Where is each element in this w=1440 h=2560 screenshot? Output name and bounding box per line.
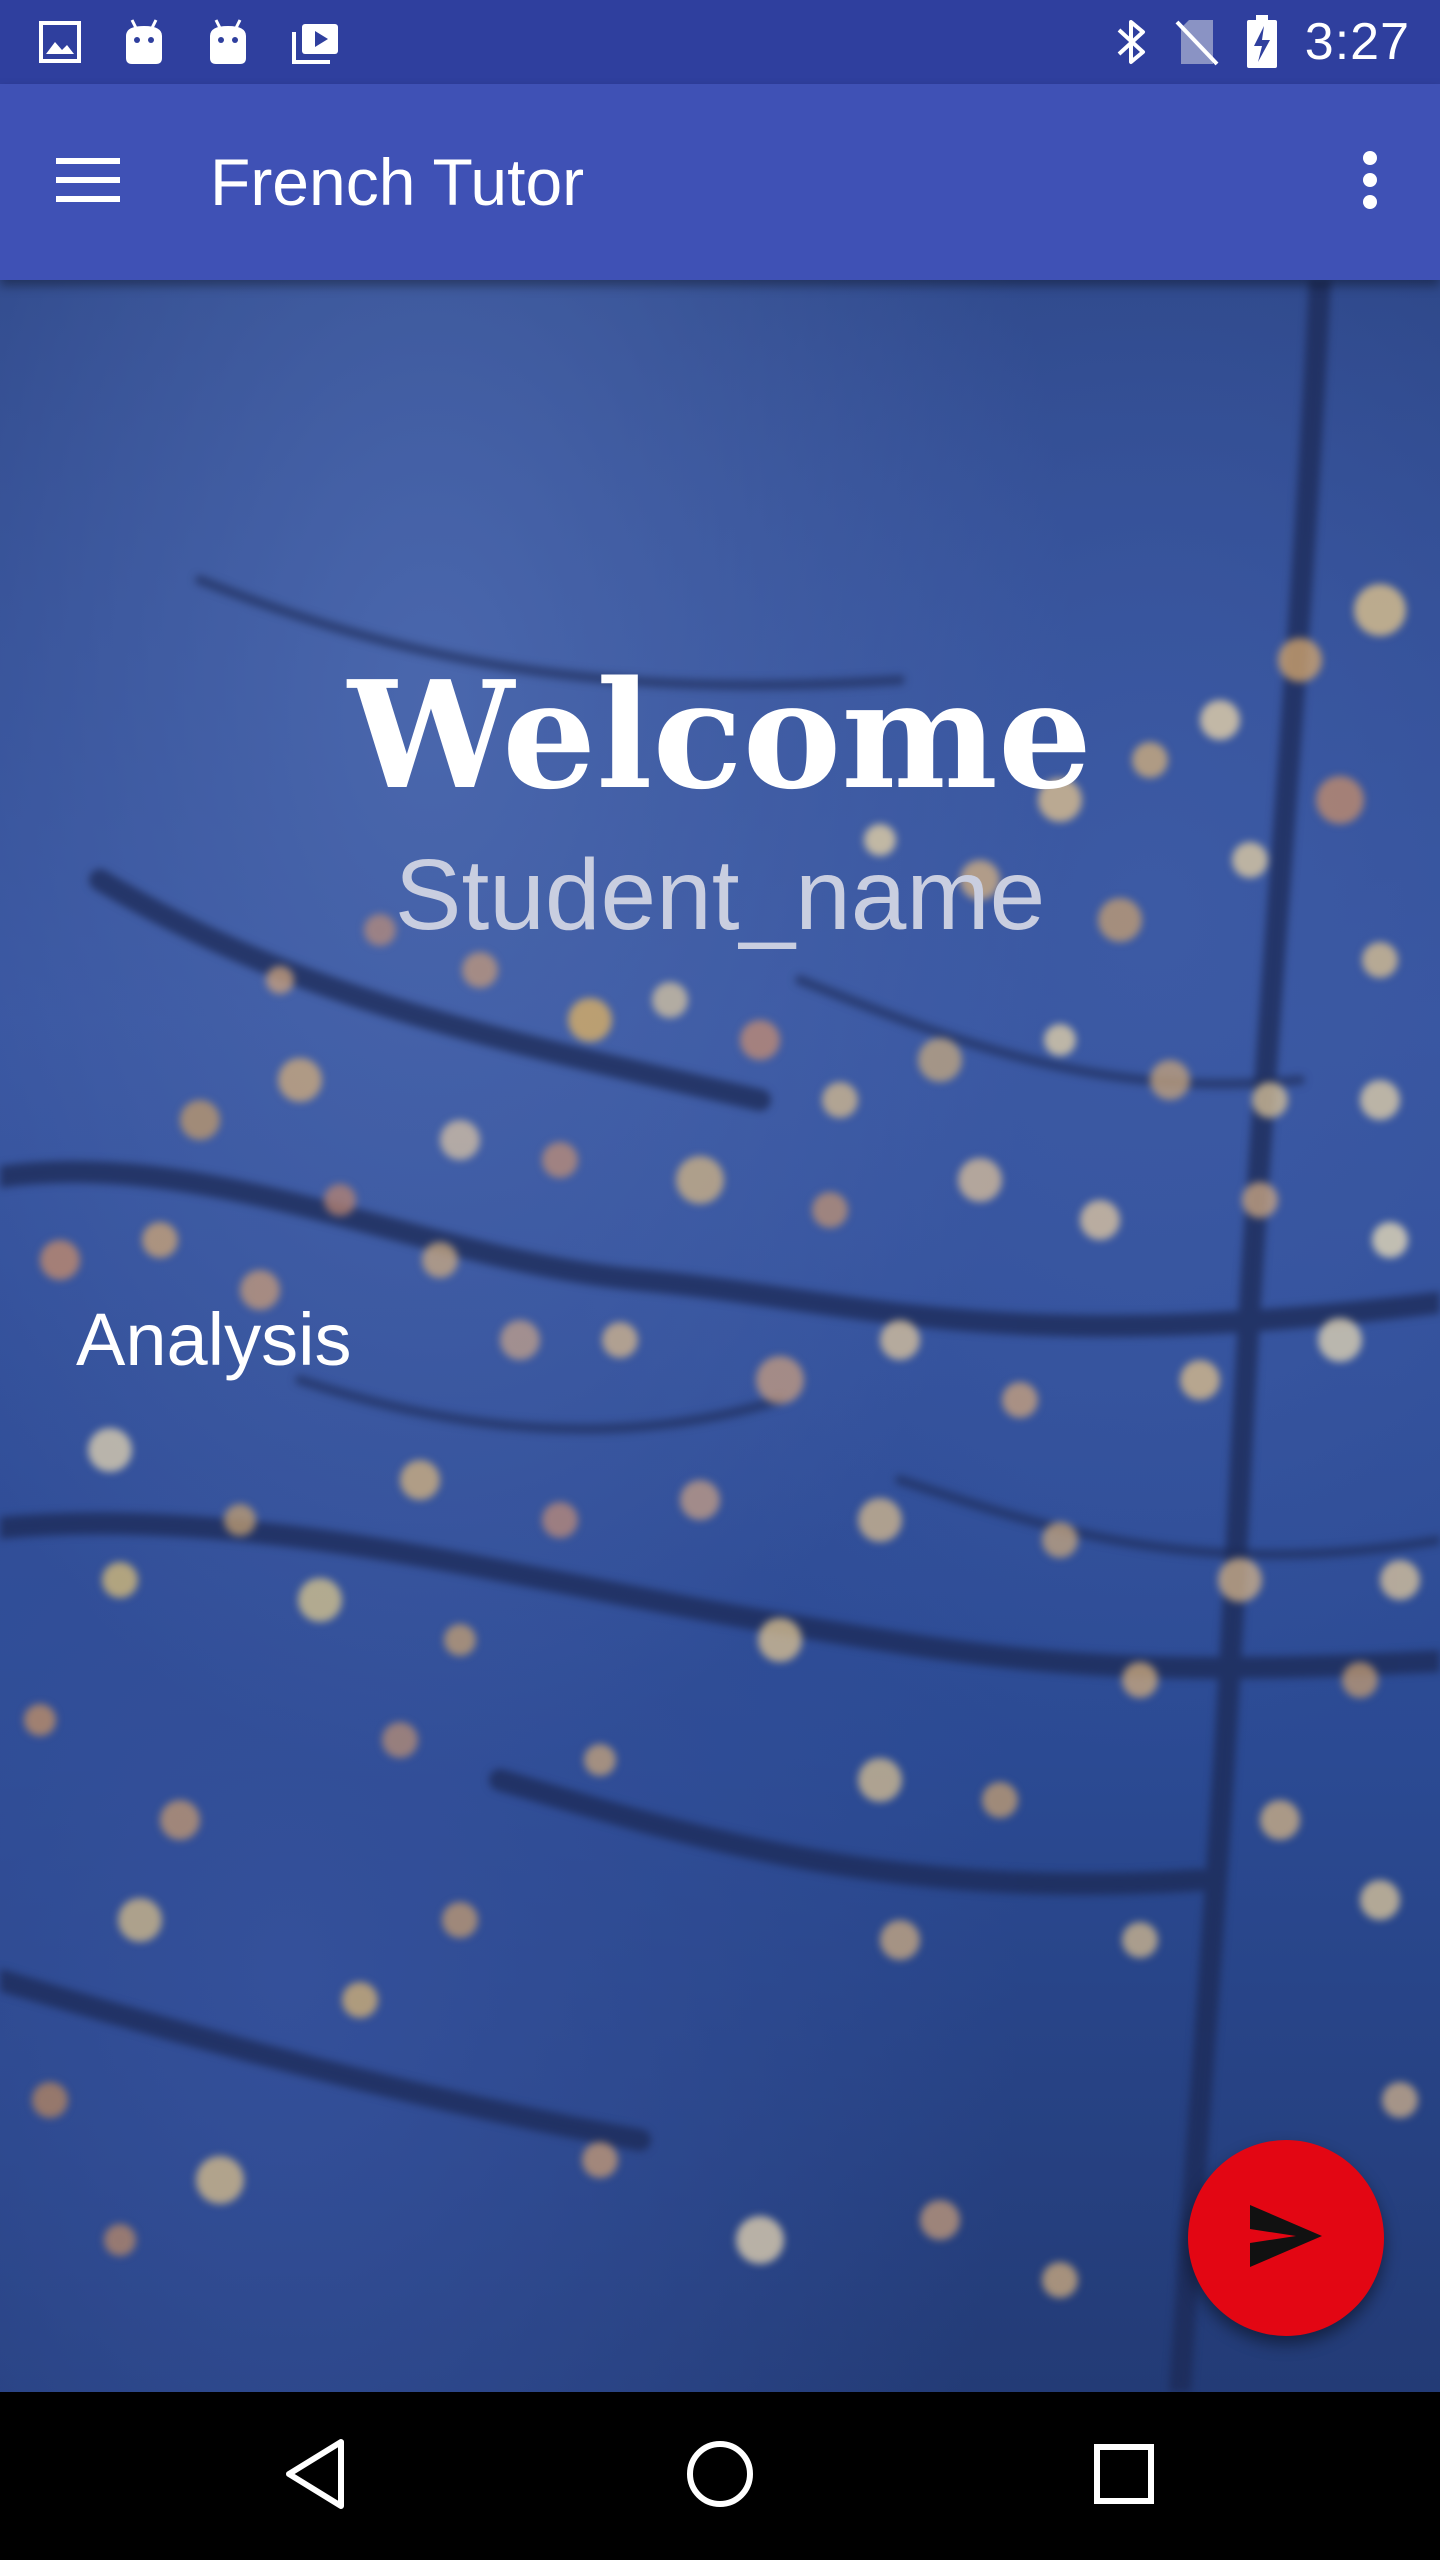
- android-icon: [122, 18, 166, 66]
- student-name: Student_name: [394, 839, 1046, 951]
- navigation-bar: [0, 2392, 1440, 2560]
- back-button[interactable]: [266, 2426, 366, 2526]
- home-icon: [684, 2438, 756, 2515]
- android-icon: [206, 18, 250, 66]
- clock: 3:27: [1304, 13, 1410, 71]
- analysis-link[interactable]: Analysis: [76, 1295, 352, 1385]
- menu-button[interactable]: [48, 142, 128, 222]
- app-bar: French Tutor: [0, 84, 1440, 280]
- battery-charging-icon: [1245, 14, 1279, 70]
- status-bar: 3:27: [0, 0, 1440, 84]
- image-icon: [38, 20, 82, 64]
- more-vert-icon: [1360, 150, 1380, 215]
- media-stack-icon: [290, 18, 342, 66]
- hamburger-menu-icon: [54, 154, 122, 211]
- no-sim-icon: [1175, 16, 1219, 68]
- notification-icons: [38, 14, 342, 70]
- bluetooth-icon: [1115, 16, 1149, 68]
- welcome-heading: Welcome: [347, 648, 1093, 822]
- app-title: French Tutor: [210, 145, 585, 219]
- send-fab[interactable]: [1188, 2140, 1384, 2336]
- overflow-menu-button[interactable]: [1330, 142, 1410, 222]
- back-icon: [281, 2436, 351, 2517]
- system-icons: 3:27: [1115, 13, 1410, 71]
- home-button[interactable]: [670, 2426, 770, 2526]
- screen: 3:27 French Tutor Welcome Student_name A…: [0, 0, 1440, 2560]
- recents-icon: [1092, 2442, 1156, 2511]
- send-icon: [1246, 2201, 1326, 2276]
- recents-button[interactable]: [1074, 2426, 1174, 2526]
- main-content: Welcome Student_name Analysis: [0, 280, 1440, 2392]
